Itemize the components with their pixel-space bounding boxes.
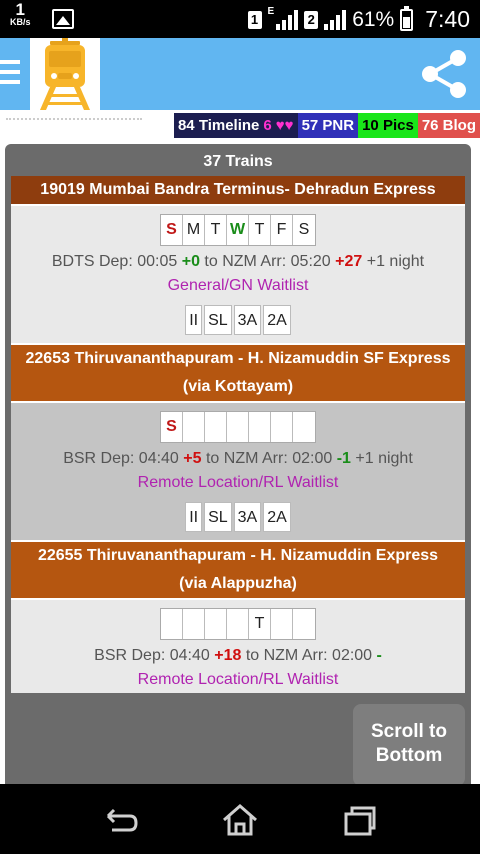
train-title[interactable]: 19019 Mumbai Bandra Terminus- Dehradun E… bbox=[11, 176, 465, 204]
link-bar: 84 Timeline 6 ♥♥ 57 PNR 10 Pics 76 Blog bbox=[0, 110, 480, 140]
day-cell bbox=[227, 412, 249, 442]
class-list: II SL 3A 2A bbox=[185, 502, 291, 532]
day-cell bbox=[293, 609, 315, 639]
train-list-panel: 37 Trains 19019 Mumbai Bandra Terminus- … bbox=[5, 144, 471, 784]
day-cell bbox=[183, 609, 205, 639]
timing-info: BDTS Dep: 00:05 +0 to NZM Arr: 05:20 +27… bbox=[11, 251, 465, 273]
day-cell bbox=[161, 609, 183, 639]
status-icons: 1 E 2 61% 7:40 bbox=[247, 5, 470, 33]
train-list: 19019 Mumbai Bandra Terminus- Dehradun E… bbox=[5, 176, 471, 693]
navigation-bar bbox=[0, 784, 480, 854]
app-bar bbox=[0, 38, 480, 110]
blog-link[interactable]: 76 Blog bbox=[417, 113, 480, 138]
timing-info: BSR Dep: 04:40 +18 to NZM Arr: 02:00 - bbox=[11, 645, 465, 667]
sim2-badge: 2 bbox=[304, 10, 319, 29]
day-cell: S bbox=[161, 412, 183, 442]
day-cell bbox=[227, 609, 249, 639]
arrival-delay: - bbox=[376, 647, 382, 664]
class-button[interactable]: 3A bbox=[233, 502, 262, 532]
departure-text: BDTS Dep: 00:05 bbox=[51, 253, 178, 270]
class-button[interactable]: II bbox=[185, 502, 203, 532]
trains-count: 37 Trains bbox=[203, 153, 273, 170]
train-logo-icon[interactable] bbox=[30, 38, 100, 110]
class-button[interactable]: II bbox=[185, 305, 203, 335]
class-button[interactable]: 2A bbox=[263, 502, 291, 532]
network-speed: 1 KB/s bbox=[10, 0, 31, 28]
running-days: T bbox=[160, 608, 316, 640]
recent-apps-icon[interactable] bbox=[340, 802, 380, 838]
status-bar: 1 KB/s 1 E 2 61% 7:40 bbox=[0, 0, 480, 38]
signal-bars-icon bbox=[324, 9, 347, 30]
night-info: +1 night bbox=[355, 450, 413, 467]
quota-link[interactable]: Remote Location/RL Waitlist bbox=[11, 470, 465, 496]
signal-bars-icon bbox=[276, 9, 299, 30]
arrival-text: to NZM Arr: 02:00 bbox=[245, 647, 373, 664]
day-cell: T bbox=[249, 215, 271, 245]
back-icon[interactable] bbox=[100, 802, 140, 838]
day-cell: M bbox=[183, 215, 205, 245]
train-title[interactable]: 22655 Thiruvananthapuram - H. Nizamuddin… bbox=[11, 540, 465, 598]
train-card-body: S BSR Dep: 04:40 +5 to NZM Arr: 02:00 -1 … bbox=[11, 401, 465, 540]
day-cell bbox=[271, 609, 293, 639]
timing-info: BSR Dep: 04:40 +5 to NZM Arr: 02:00 -1 +… bbox=[11, 448, 465, 470]
timeline-count: 6 bbox=[263, 117, 272, 134]
departure-delay: +5 bbox=[183, 450, 202, 467]
day-cell bbox=[293, 412, 315, 442]
arrival-delay: +27 bbox=[335, 253, 363, 270]
day-cell: S bbox=[293, 215, 315, 245]
divider bbox=[6, 118, 142, 120]
train-card-body: S M T W T F S BDTS Dep: 00:05 +0 to NZM Arr: 05… bbox=[11, 204, 465, 343]
heart-icon: ♥♥ bbox=[275, 117, 294, 134]
hamburger-menu-icon[interactable] bbox=[0, 60, 20, 86]
night-info: +1 night bbox=[366, 253, 425, 270]
day-cell bbox=[205, 609, 227, 639]
pnr-link[interactable]: 57 PNR bbox=[297, 113, 359, 138]
battery-percent: 61% bbox=[352, 7, 395, 31]
class-button[interactable]: 3A bbox=[233, 305, 262, 335]
quota-link[interactable]: Remote Location/RL Waitlist bbox=[11, 667, 465, 693]
departure-text: BSR Dep: 04:40 bbox=[94, 647, 210, 664]
day-cell: W bbox=[227, 215, 249, 245]
sim1-badge: 1 bbox=[247, 10, 262, 29]
timeline-link[interactable]: 84 Timeline 6 ♥♥ bbox=[173, 113, 298, 138]
day-cell: S bbox=[161, 215, 183, 245]
class-button[interactable]: SL bbox=[204, 305, 232, 335]
running-days: SMTWTFS bbox=[160, 214, 316, 246]
arrival-text: to NZM Arr: 02:00 bbox=[205, 450, 333, 467]
day-cell bbox=[205, 412, 227, 442]
class-list: II SL 3A 2A bbox=[185, 305, 291, 335]
network-type: E bbox=[267, 6, 275, 17]
class-button[interactable]: 2A bbox=[263, 305, 291, 335]
image-notification-icon bbox=[52, 9, 74, 29]
train-list-content[interactable]: 37 Trains 19019 Mumbai Bandra Terminus- … bbox=[0, 140, 480, 784]
battery-icon bbox=[400, 5, 414, 31]
arrival-text: to NZM Arr: 05:20 bbox=[204, 253, 331, 270]
running-days: S bbox=[160, 411, 316, 443]
day-cell: T bbox=[249, 609, 271, 639]
day-cell: F bbox=[271, 215, 293, 245]
pics-link[interactable]: 10 Pics bbox=[358, 113, 418, 138]
day-cell bbox=[249, 412, 271, 442]
quota-link[interactable]: General/GN Waitlist bbox=[11, 273, 465, 299]
arrival-delay: -1 bbox=[336, 450, 351, 467]
clock: 7:40 bbox=[425, 6, 470, 32]
share-icon[interactable] bbox=[418, 48, 470, 100]
speed-value: 1 bbox=[15, 0, 25, 19]
departure-text: BSR Dep: 04:40 bbox=[63, 450, 179, 467]
departure-delay: +0 bbox=[181, 253, 200, 270]
scroll-to-bottom-button[interactable]: Scroll to Bottom bbox=[353, 704, 465, 786]
day-cell bbox=[271, 412, 293, 442]
departure-delay: +18 bbox=[214, 647, 242, 664]
speed-unit: KB/s bbox=[10, 17, 31, 27]
timeline-label: 84 Timeline bbox=[177, 117, 260, 134]
train-card-body: T BSR Dep: 04:40 +18 to NZM Arr: 02:00 - … bbox=[11, 598, 465, 693]
home-icon[interactable] bbox=[220, 802, 260, 838]
quick-links: 84 Timeline 6 ♥♥ 57 PNR 10 Pics 76 Blog bbox=[173, 113, 480, 138]
day-cell bbox=[183, 412, 205, 442]
day-cell: T bbox=[205, 215, 227, 245]
class-button[interactable]: SL bbox=[204, 502, 232, 532]
train-title[interactable]: 22653 Thiruvananthapuram - H. Nizamuddin… bbox=[11, 343, 465, 401]
